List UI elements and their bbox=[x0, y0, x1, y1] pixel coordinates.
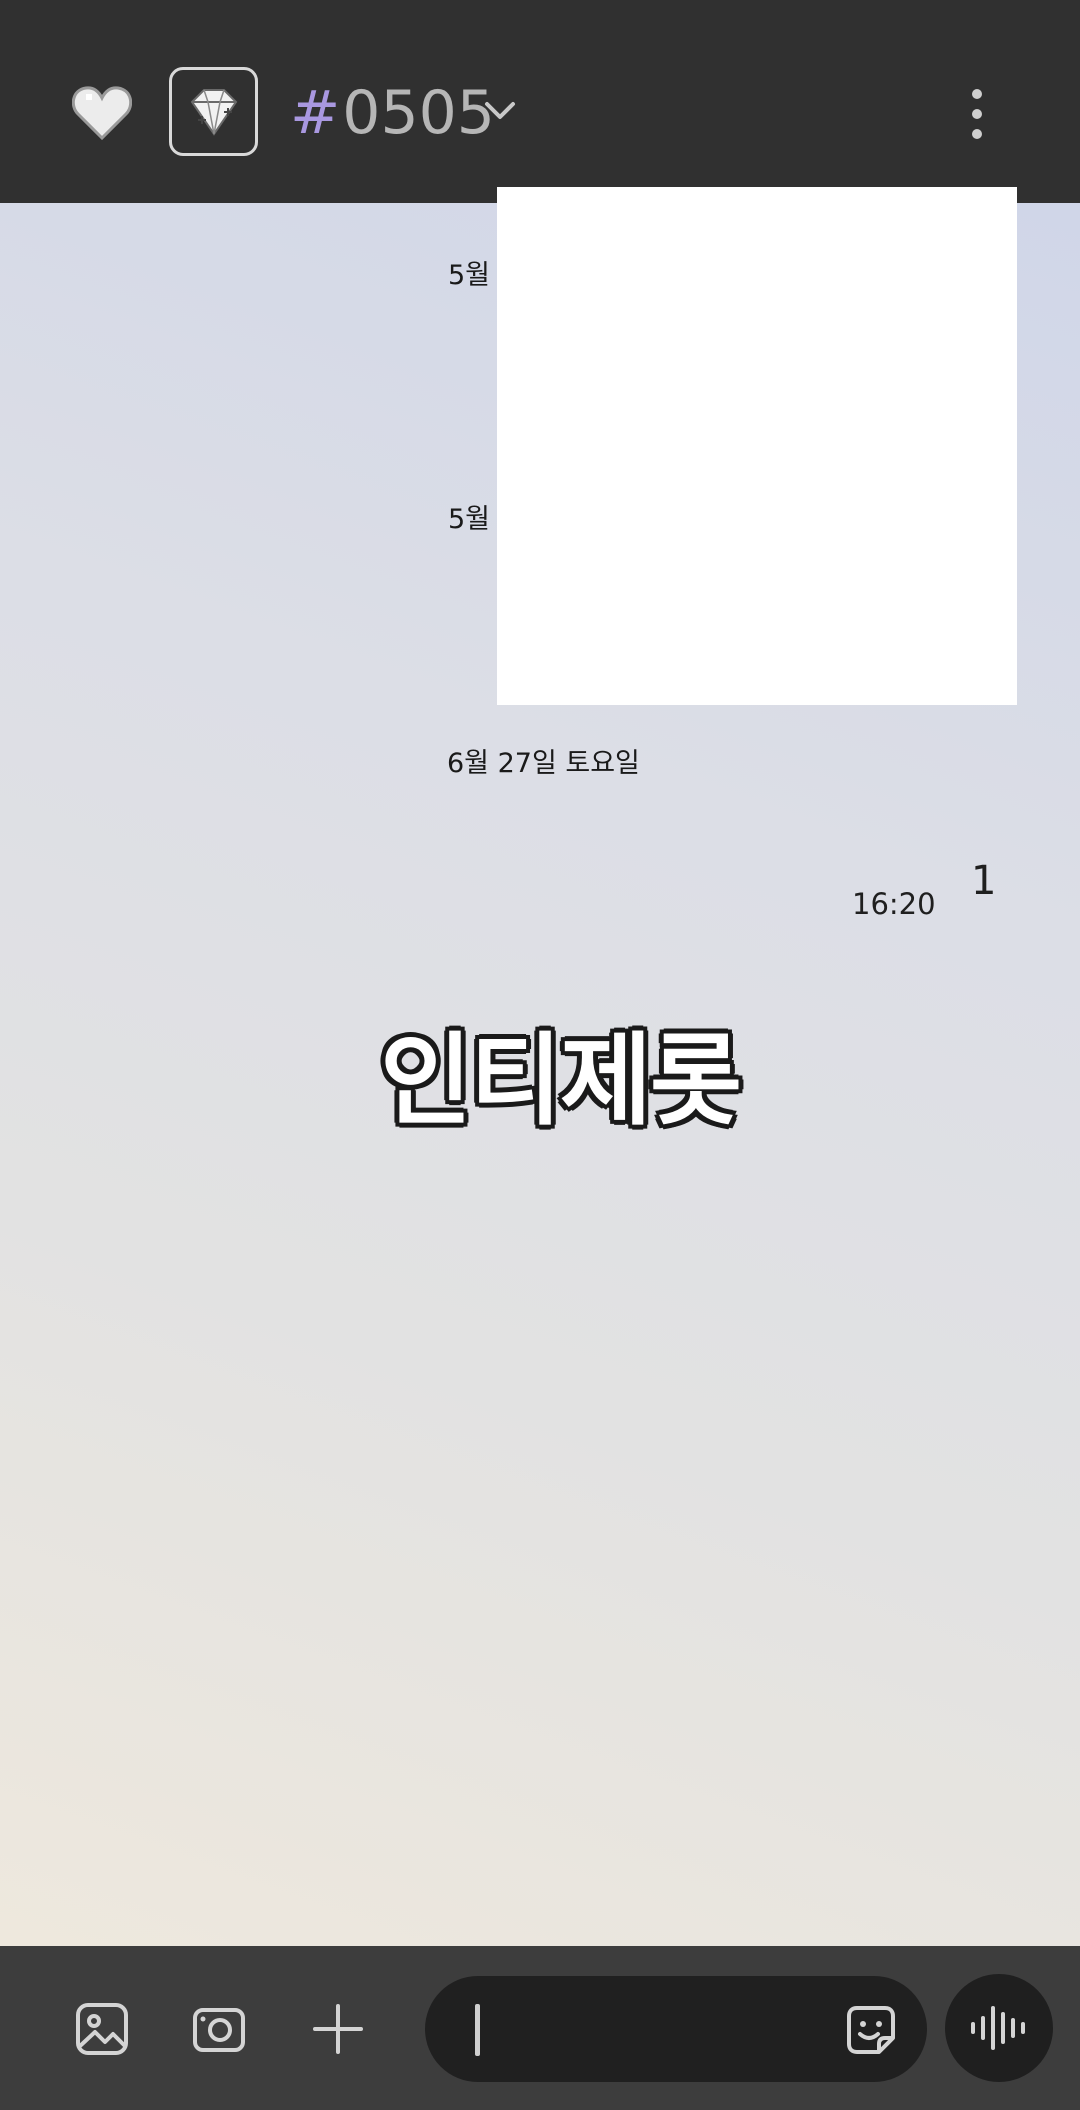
hash-symbol: # bbox=[290, 78, 341, 148]
date-separator: 6월 27일 토요일 bbox=[447, 748, 640, 779]
chat-title[interactable]: # 0505 bbox=[290, 76, 495, 150]
chat-header: # 0505 bbox=[0, 0, 1080, 203]
heart-icon[interactable] bbox=[72, 84, 132, 140]
sticker-message[interactable]: 인티제롯 bbox=[380, 999, 742, 1144]
chevron-down-icon[interactable] bbox=[483, 98, 517, 124]
message-input[interactable] bbox=[425, 1976, 927, 2082]
gallery-icon[interactable] bbox=[73, 2000, 131, 2058]
profile-diamond-button[interactable] bbox=[169, 67, 258, 156]
chat-name: 0505 bbox=[342, 78, 495, 148]
plus-icon[interactable] bbox=[309, 2000, 367, 2058]
date-separator: 5월 bbox=[448, 504, 491, 535]
text-caret bbox=[475, 2004, 480, 2056]
overlay-card bbox=[497, 187, 1017, 705]
message-time: 16:20 bbox=[852, 887, 936, 921]
more-vertical-icon[interactable] bbox=[965, 86, 989, 142]
camera-icon[interactable] bbox=[190, 2000, 248, 2058]
voice-record-button[interactable] bbox=[945, 1974, 1053, 2082]
voice-wave-icon bbox=[971, 2006, 1025, 2050]
unread-count: 1 bbox=[971, 858, 997, 904]
composer-bar bbox=[0, 1946, 1080, 2110]
emoji-icon[interactable] bbox=[845, 2004, 897, 2056]
date-separator: 5월 bbox=[448, 260, 491, 291]
diamond-icon bbox=[190, 89, 238, 136]
